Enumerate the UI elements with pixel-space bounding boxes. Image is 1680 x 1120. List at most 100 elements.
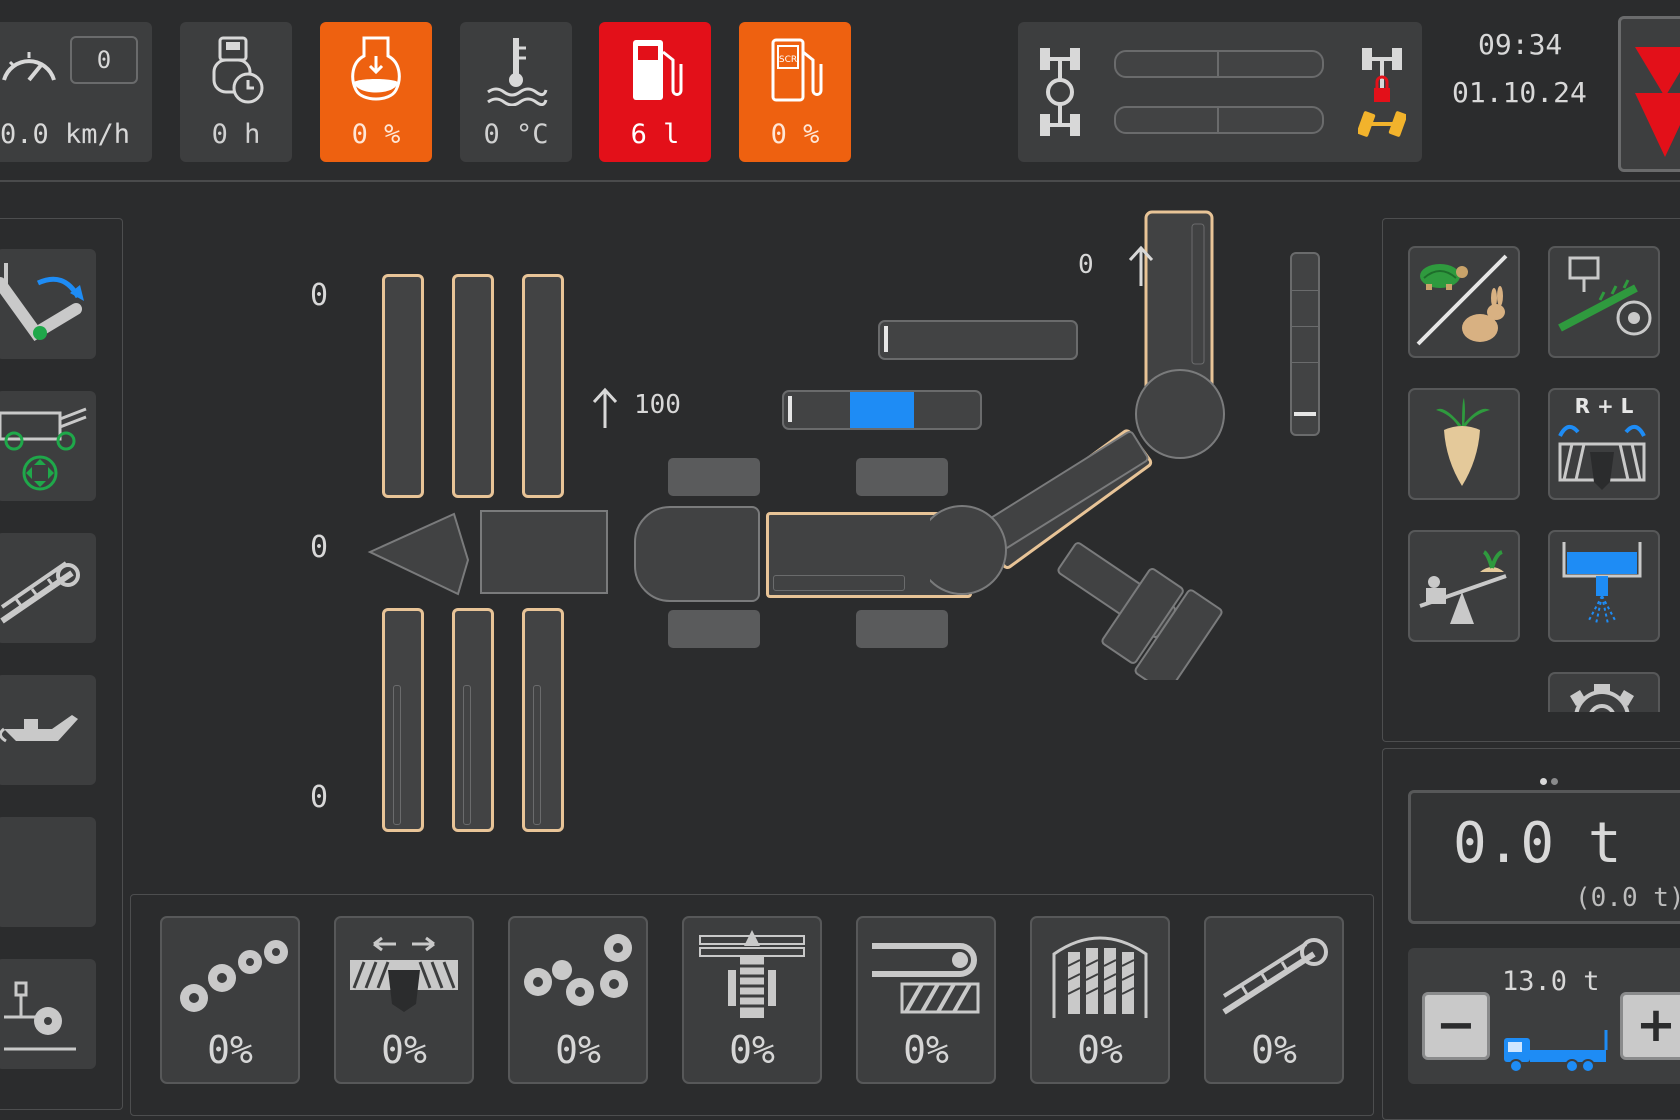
right-top-value: 0 — [1078, 250, 1094, 280]
weight-display: 0.0 t (0.0 t) — [1408, 790, 1680, 924]
axle-steering-icon — [1040, 48, 1080, 136]
alarm-triangle-icon — [1635, 47, 1680, 157]
bottom-bunker-floor-button[interactable]: 0% — [1030, 916, 1170, 1084]
unloading-conveyor-value: 0% — [1251, 1028, 1297, 1072]
target-weight-panel: 13.0 t − + — [1408, 948, 1680, 1084]
weighing-button[interactable] — [1408, 530, 1520, 642]
bottom-spreading-web-button[interactable]: 0% — [334, 916, 474, 1084]
unloader-level-bar — [878, 320, 1078, 360]
clock-date: 01.10.24 — [1452, 76, 1587, 109]
increase-weight-button[interactable]: + — [1620, 992, 1680, 1060]
blue-indicator-fill — [850, 392, 914, 428]
fuel-pump-icon — [633, 40, 683, 100]
beet-type-button[interactable] — [1408, 388, 1520, 500]
left-sidebar — [0, 218, 123, 1110]
water-spray-icon — [1562, 542, 1642, 625]
adblue-value: 0 % — [351, 119, 401, 150]
rollers-rl-label: R + L — [1574, 394, 1634, 418]
weight-main: 0.0 t — [1453, 811, 1622, 876]
up-arrow-icon — [1128, 245, 1154, 286]
front-gauge-top-1 — [382, 274, 424, 498]
front-left-wheel — [668, 458, 760, 496]
adblue-tile[interactable]: 0 % — [320, 22, 432, 162]
speedometer-icon — [2, 52, 56, 82]
coolant-tile[interactable]: 0 °C — [460, 22, 572, 162]
speed-value: 0.0 km/h — [0, 119, 131, 150]
front-body-block — [480, 510, 608, 594]
bunker-floor-icon — [1052, 936, 1148, 1018]
unloading-conveyor-icon — [1222, 938, 1328, 1015]
left-mid-value: 0 — [310, 530, 329, 565]
roller-cleaner-value: 0% — [555, 1028, 601, 1072]
bottom-unloading-conveyor-button[interactable]: 0% — [1204, 916, 1344, 1084]
turtle-rabbit-speed-icon — [1416, 254, 1508, 346]
page-dots[interactable] — [1540, 770, 1558, 789]
cleaning-stars-value: 0% — [207, 1028, 253, 1072]
steering-status-tile[interactable] — [1018, 22, 1422, 162]
sidebar-conveyor-button[interactable] — [0, 533, 96, 643]
decrease-weight-button[interactable]: − — [1422, 992, 1490, 1060]
engine-hours-value: 0 h — [211, 119, 261, 150]
blue-indicator-bar — [782, 390, 982, 430]
weighing-scale-icon — [1419, 550, 1507, 624]
fuel-tile[interactable]: 6 l — [599, 22, 711, 162]
right-vertical-gauge — [1290, 252, 1320, 436]
sieve-belt-icon — [872, 943, 980, 1014]
bottom-roller-cleaner-button[interactable]: 0% — [508, 916, 648, 1084]
alarm-button[interactable] — [1618, 16, 1680, 172]
steering-bar-front — [1114, 50, 1324, 78]
roller-cleaner-icon — [524, 934, 632, 1006]
target-weight-value: 13.0 t — [1502, 966, 1600, 997]
elevator-center-icon — [699, 930, 805, 1018]
status-bar: 0 0.0 km/h 0 h 0 % 0 °C 6 l SCR 0 % 09:3… — [0, 0, 1680, 182]
steering-bar-rear — [1114, 106, 1324, 134]
lifter-implement-button[interactable] — [1548, 246, 1660, 358]
bottom-sieve-belt-button[interactable]: 0% — [856, 916, 996, 1084]
rollers-rl-button[interactable]: R + L — [1548, 388, 1660, 500]
sieve-belt-value: 0% — [903, 1028, 949, 1072]
sidebar-oil-button[interactable] — [0, 675, 96, 785]
coolant-value: 0 °C — [483, 119, 549, 150]
sidebar-machine-center-button[interactable] — [0, 391, 96, 501]
settings-button[interactable] — [1548, 672, 1660, 712]
sidebar-empty-button[interactable] — [0, 817, 96, 927]
left-bottom-value: 0 — [310, 780, 329, 815]
engine-hours-tile[interactable]: 0 h — [180, 22, 292, 162]
bottom-elevator-center-button[interactable]: 0% — [682, 916, 822, 1084]
settings-icon — [1570, 684, 1634, 712]
center-value: 100 — [634, 390, 681, 420]
weight-sub: (0.0 t) — [1575, 883, 1680, 913]
unloading-arm — [930, 210, 1225, 680]
sugar-beet-icon — [1436, 398, 1490, 486]
left-top-value: 0 — [310, 278, 329, 313]
scr-pump-icon: SCR — [771, 38, 823, 102]
cleaning-stars-icon — [180, 940, 288, 1012]
sidebar-crane-arm-button[interactable] — [0, 249, 96, 359]
front-gauge-bottom-1 — [382, 608, 424, 832]
up-arrow-icon — [592, 387, 618, 428]
front-gauge-bottom-3 — [522, 608, 564, 832]
elevator-center-value: 0% — [729, 1028, 775, 1072]
axle-lock-icon — [1358, 48, 1406, 137]
truck-icon — [1504, 1030, 1608, 1073]
front-gauge-top-3 — [522, 274, 564, 498]
adblue-tank-icon — [351, 36, 401, 101]
gear-indicator: 0 — [70, 36, 138, 84]
lifter-implement-icon — [1558, 256, 1652, 336]
right-vertical-level — [1294, 412, 1316, 416]
cleaning-roller-icon — [4, 981, 76, 1051]
cabin-shape — [634, 506, 760, 602]
scr-tile[interactable]: SCR 0 % — [739, 22, 851, 162]
speed-tile: 0 0.0 km/h — [0, 22, 152, 162]
front-topper-shape — [367, 512, 470, 596]
sidebar-cleaning-roller-button[interactable] — [0, 959, 96, 1069]
crane-arm-swing-icon — [0, 263, 84, 341]
bottom-cleaning-stars-button[interactable]: 0% — [160, 916, 300, 1084]
water-spray-button[interactable] — [1548, 530, 1660, 642]
front-gauge-bottom-2 — [452, 608, 494, 832]
machine-center-icon — [0, 407, 87, 491]
engine-hours-icon — [212, 36, 264, 104]
fuel-value: 6 l — [630, 119, 680, 150]
speed-mode-button[interactable] — [1408, 246, 1520, 358]
rollers-rl-icon — [1558, 424, 1646, 490]
